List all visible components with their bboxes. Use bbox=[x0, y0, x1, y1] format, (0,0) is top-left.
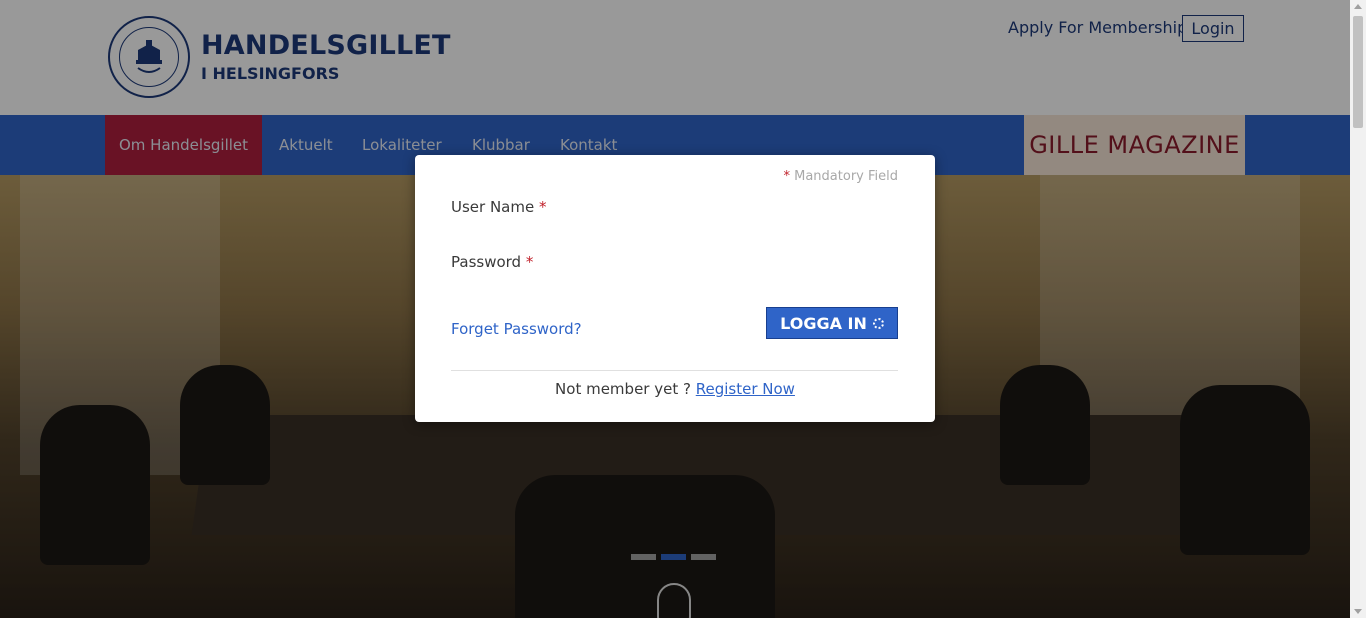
register-prompt: Not member yet ? Register Now bbox=[555, 380, 795, 398]
scroll-down-arrow-icon[interactable] bbox=[1354, 609, 1362, 614]
page-scrollbar[interactable] bbox=[1350, 0, 1366, 618]
scroll-up-arrow-icon[interactable] bbox=[1354, 4, 1362, 9]
mandatory-note: * Mandatory Field bbox=[783, 169, 898, 184]
register-now-link[interactable]: Register Now bbox=[696, 380, 795, 398]
divider bbox=[451, 370, 898, 371]
forgot-password-link[interactable]: Forget Password? bbox=[451, 320, 582, 338]
logga-in-button[interactable]: LOGGA IN bbox=[766, 307, 898, 339]
password-label: Password * bbox=[451, 253, 534, 271]
page: HANDELSGILLET I HELSINGFORS Apply For Me… bbox=[0, 0, 1350, 618]
username-label: User Name * bbox=[451, 198, 547, 216]
spinner-icon bbox=[872, 317, 884, 329]
login-modal: * Mandatory Field User Name * Password *… bbox=[415, 155, 935, 422]
scrollbar-thumb[interactable] bbox=[1353, 16, 1363, 128]
required-marker: * bbox=[783, 169, 790, 184]
